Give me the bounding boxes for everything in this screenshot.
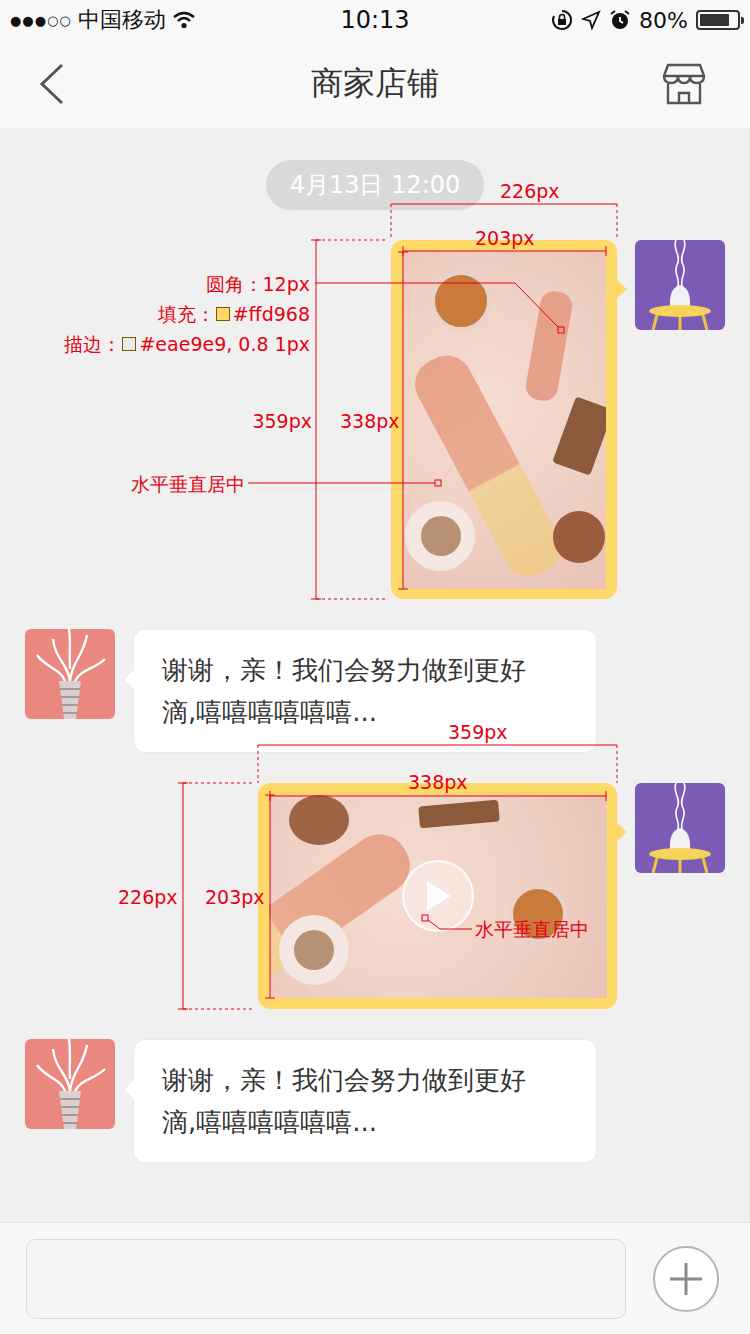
input-bar <box>0 1222 750 1334</box>
image-bubble[interactable] <box>391 240 617 599</box>
battery-fill <box>700 14 729 26</box>
stroke-annotation: 描边： #eae9e9, 0.8 1px <box>64 333 310 355</box>
status-bar: ●●●○○ 中国移动 10:13 80% <box>0 0 750 40</box>
center-annotation: 水平垂直居中 <box>131 473 245 495</box>
message-row <box>0 240 750 599</box>
video-bubble[interactable] <box>258 783 617 1009</box>
message-row: 谢谢，亲！我们会努力做到更好滴,嘻嘻嘻嘻嘻嘻... <box>0 1039 750 1163</box>
width-annotation: 338px <box>408 771 468 793</box>
message-input[interactable] <box>26 1239 626 1319</box>
location-icon <box>581 10 601 30</box>
annotation-text: 338px <box>340 410 400 432</box>
annotation-text: 水平垂直居中 <box>475 918 589 940</box>
color-swatch <box>216 307 230 321</box>
status-left: ●●●○○ 中国移动 <box>10 5 340 35</box>
nav-bar: 商家店铺 <box>0 40 750 128</box>
height-annotation: 338px <box>340 410 400 432</box>
photo-detail <box>294 930 334 970</box>
vase-avatar-icon[interactable] <box>25 1039 115 1129</box>
photo-detail <box>552 396 606 475</box>
center-annotation: 水平垂直居中 <box>475 918 589 940</box>
annotation-text: 338px <box>408 771 468 793</box>
text-bubble: 谢谢，亲！我们会努力做到更好滴,嘻嘻嘻嘻嘻嘻... <box>133 629 597 753</box>
width-annotation: 203px <box>475 227 535 249</box>
annotation-text: 圆角：12px <box>206 273 310 295</box>
annotation-text: 226px <box>118 886 178 908</box>
annotation-text: 226px <box>500 180 560 202</box>
wifi-icon <box>172 10 196 30</box>
photo-detail <box>421 516 461 556</box>
message-row: 谢谢，亲！我们会努力做到更好滴,嘻嘻嘻嘻嘻嘻... <box>0 629 750 753</box>
message-line: 滴,嘻嘻嘻嘻嘻嘻... <box>162 1101 568 1143</box>
annotation-text: 203px <box>475 227 535 249</box>
lamp-avatar-icon[interactable] <box>635 783 725 873</box>
annotation-text: 水平垂直居中 <box>131 473 245 495</box>
text-bubble: 谢谢，亲！我们会努力做到更好滴,嘻嘻嘻嘻嘻嘻... <box>133 1039 597 1163</box>
height-annotation: 226px <box>118 886 178 908</box>
nav-right <box>650 62 750 106</box>
annotation-text: 描边： <box>64 333 121 355</box>
page-title: 商家店铺 <box>100 62 650 106</box>
photo-detail <box>509 885 567 943</box>
signal-strength: ●●●○○ <box>10 13 72 28</box>
annotation-text: 203px <box>205 886 265 908</box>
photo[interactable] <box>403 251 606 589</box>
annotation-text: 359px <box>448 721 508 743</box>
annotation-text: #eae9e9, 0.8 1px <box>139 333 310 355</box>
message-line: 谢谢，亲！我们会努力做到更好 <box>162 1059 568 1101</box>
video-thumbnail[interactable] <box>269 795 607 998</box>
store-icon[interactable] <box>660 62 708 106</box>
height-annotation: 359px <box>252 410 312 432</box>
carrier: 中国移动 <box>78 5 166 35</box>
radius-annotation: 圆角：12px <box>206 273 310 295</box>
color-swatch <box>122 337 136 351</box>
width-annotation: 359px <box>448 721 508 743</box>
nav-left <box>0 62 100 106</box>
photo-detail <box>553 511 605 563</box>
height-annotation: 203px <box>205 886 265 908</box>
timestamp-row: 4月13日 12:00 <box>0 160 750 210</box>
alarm-icon <box>609 9 631 31</box>
lamp-avatar-icon[interactable] <box>635 240 725 330</box>
width-annotation: 226px <box>500 180 560 202</box>
play-icon <box>423 879 453 913</box>
back-chevron-icon[interactable] <box>36 62 68 106</box>
chat-area: 4月13日 12:00谢谢，亲！我们会努力做到更好滴,嘻嘻嘻嘻嘻嘻...谢谢，亲… <box>0 128 750 1222</box>
annotation-text: #ffd968 <box>233 303 310 325</box>
photo-detail <box>431 271 491 331</box>
photo-detail <box>523 289 574 403</box>
annotation-text: 359px <box>252 410 312 432</box>
annotation-text: 填充： <box>158 303 215 325</box>
message-row <box>0 783 750 1009</box>
clock: 10:13 <box>340 6 409 34</box>
message-line: 滴,嘻嘻嘻嘻嘻嘻... <box>162 691 568 733</box>
plus-icon[interactable] <box>652 1245 720 1313</box>
rotation-lock-icon <box>551 9 573 31</box>
status-right: 80% <box>410 8 740 33</box>
fill-annotation: 填充： #ffd968 <box>158 303 310 325</box>
photo-detail <box>289 795 349 845</box>
play-button[interactable] <box>402 860 474 932</box>
vase-avatar-icon[interactable] <box>25 629 115 719</box>
message-line: 谢谢，亲！我们会努力做到更好 <box>162 649 568 691</box>
photo-detail <box>418 799 500 828</box>
battery-icon <box>696 10 740 30</box>
timestamp: 4月13日 12:00 <box>266 160 485 210</box>
annotation-layer: 226px 203px 圆角：12px 填充： #ffd968 描边： #eae9e9, 0… <box>0 0 750 1334</box>
battery-percent: 80% <box>639 8 688 33</box>
dimension-lines <box>0 0 750 1334</box>
